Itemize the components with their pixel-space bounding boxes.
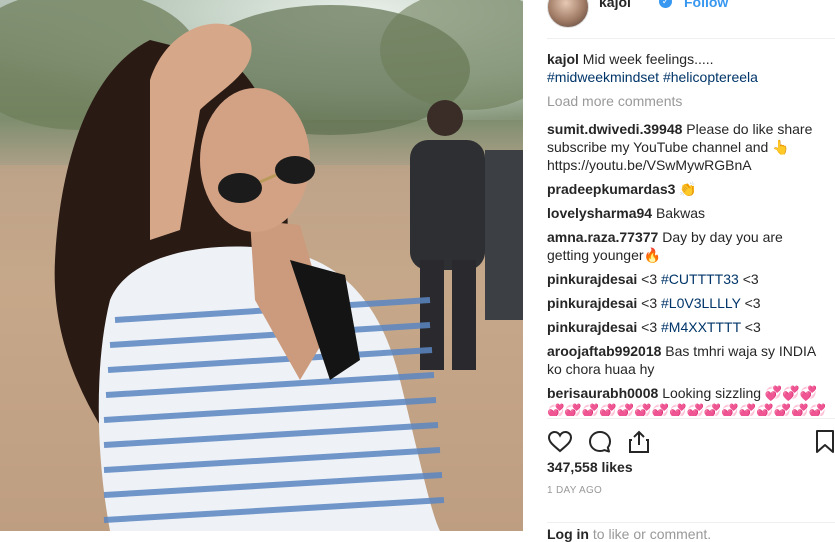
avatar[interactable] (547, 0, 589, 28)
post-photo[interactable] (0, 0, 523, 531)
likes-count[interactable]: 347,558 likes (547, 459, 633, 475)
comment-username[interactable]: pinkurajdesai (547, 295, 637, 311)
comment-text: <3 (641, 271, 658, 287)
comment-item: pinkurajdesai <3 #CUTTTT33 <3 (547, 270, 827, 288)
comment-item: lovelysharma94 Bakwas (547, 204, 827, 222)
comment-item: amna.raza.77377 Day by day you are getti… (547, 228, 827, 264)
hashtag-link[interactable]: #L0V3LLLLY (661, 295, 741, 311)
post-sidebar: kajol ✓ Follow kajol Mid week feelings..… (523, 0, 835, 542)
bookmark-icon[interactable] (812, 429, 835, 455)
login-link[interactable]: Log in (547, 526, 589, 542)
comment-text: Bakwas (655, 205, 705, 221)
comment-username[interactable]: pradeepkumardas3 (547, 181, 675, 197)
comment-username[interactable]: sumit.dwivedi.39948 (547, 121, 682, 137)
caption-username[interactable]: kajol (547, 51, 579, 67)
comment-text: 👏 (679, 181, 697, 197)
post-timestamp[interactable]: 1 DAY AGO (547, 485, 602, 496)
heart-icon[interactable] (547, 429, 573, 455)
comment-text: <3 (744, 295, 761, 311)
comment-username[interactable]: berisaurabh0008 (547, 385, 658, 401)
comment-item: pinkurajdesai <3 #L0V3LLLLY <3 (547, 294, 827, 312)
comments-list: kajol Mid week feelings..... #midweekmin… (547, 48, 827, 416)
action-bar (547, 418, 835, 463)
header-username[interactable]: kajol (599, 0, 631, 10)
login-prompt: Log in to like or comment. (547, 522, 835, 542)
hashtag-link[interactable]: #CUTTTT33 (661, 271, 739, 287)
comment-icon[interactable] (587, 429, 613, 455)
comment-item: pradeepkumardas3 👏 (547, 180, 827, 198)
hashtag-link[interactable]: #M4XXTTTT (661, 319, 741, 335)
comment-username[interactable]: aroojaftab992018 (547, 343, 661, 359)
comment-text: <3 (641, 319, 658, 335)
comment-text: <3 (742, 271, 759, 287)
comment-item: berisaurabh0008 Looking sizzling 💞💞💞💞💞💞💞… (547, 384, 827, 416)
hashtag-link[interactable]: #midweekmindset (547, 69, 659, 85)
comment-item: pinkurajdesai <3 #M4XXTTTT <3 (547, 318, 827, 336)
share-icon[interactable] (626, 429, 652, 455)
comment-item: aroojaftab992018 Bas tmhri waja sy INDIA… (547, 342, 827, 378)
comment-username[interactable]: amna.raza.77377 (547, 229, 658, 245)
comment-username[interactable]: lovelysharma94 (547, 205, 652, 221)
verified-icon: ✓ (659, 0, 672, 8)
comment-username[interactable]: pinkurajdesai (547, 271, 637, 287)
follow-button[interactable]: Follow (684, 0, 728, 10)
caption: kajol Mid week feelings..... #midweekmin… (547, 50, 827, 86)
load-more-comments-button[interactable]: Load more comments (547, 92, 827, 110)
photo-scene (0, 0, 523, 531)
comment-text: <3 (641, 295, 658, 311)
comment-text: <3 (744, 319, 761, 335)
login-prompt-text: to like or comment. (589, 526, 712, 542)
comment-item: sumit.dwivedi.39948 Please do like share… (547, 120, 827, 174)
caption-text: Mid week feelings..... (582, 51, 714, 67)
post-header: kajol ✓ Follow (547, 0, 835, 39)
hashtag-link[interactable]: #helicoptereela (663, 69, 758, 85)
comment-username[interactable]: pinkurajdesai (547, 319, 637, 335)
